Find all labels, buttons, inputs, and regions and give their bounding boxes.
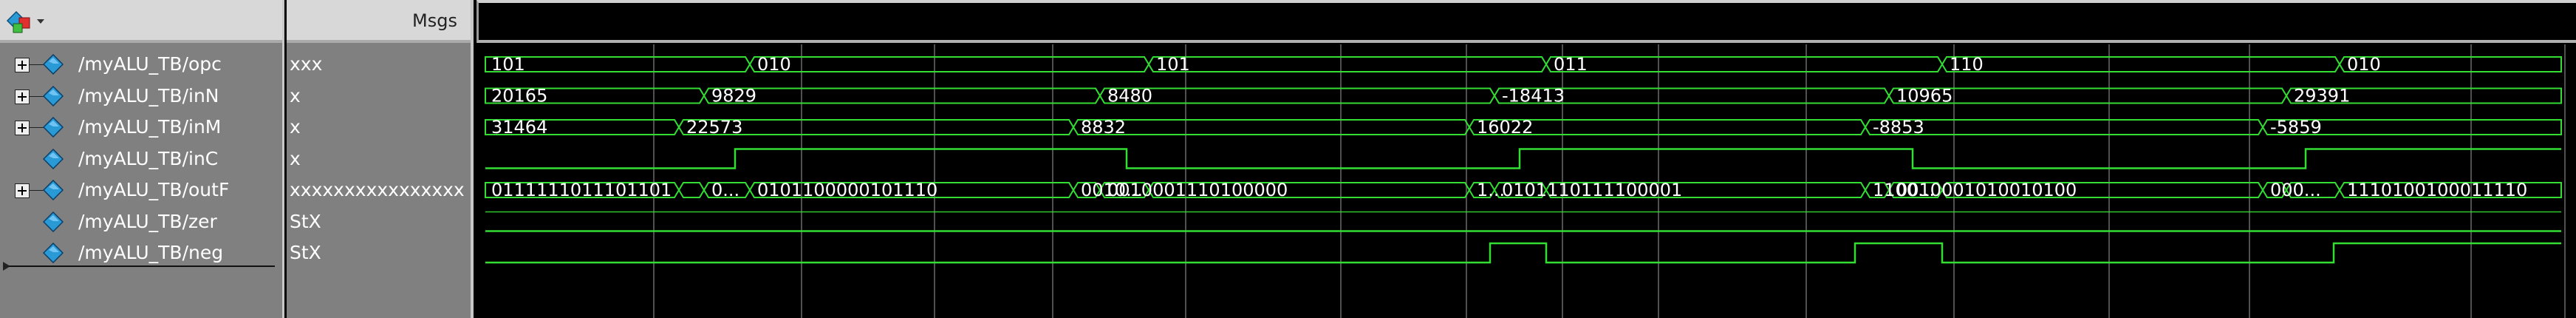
bus-value-label: 22573: [686, 117, 742, 138]
bus-value-label: 0010001010010100: [1896, 180, 2077, 200]
bus-value-label: 20165: [491, 86, 547, 106]
signal-icon: [43, 54, 64, 75]
bus-value-label: 0101100000101110: [757, 180, 937, 200]
signal-name: /myALU_TB/inN: [78, 84, 219, 106]
signal-value: x: [290, 84, 301, 106]
expand-icon[interactable]: [15, 183, 30, 198]
bus-segment: [748, 56, 1150, 72]
signal-row[interactable]: /myALU_TB/inN: [0, 81, 282, 112]
cursor-line: [9, 265, 275, 267]
expand-icon[interactable]: [15, 121, 30, 135]
signal-name: /myALU_TB/neg: [78, 242, 224, 263]
bus-value-label: 010: [2347, 54, 2381, 75]
bus-value-label: 101: [491, 54, 525, 75]
bus-segment: [677, 182, 706, 198]
bus-value-label: 0010001110100000: [1107, 180, 1288, 200]
signal-value-row: StX: [287, 206, 471, 237]
bus-value-label: 31464: [491, 117, 547, 138]
bus-value-label: 101: [1156, 54, 1190, 75]
signal-value-row: x: [287, 81, 471, 112]
expand-icon[interactable]: [15, 58, 30, 72]
bus-value-label: 0...: [711, 180, 739, 200]
signal-value-row: xxx: [287, 49, 471, 80]
bus-segment: [1072, 119, 1471, 135]
signal-row[interactable]: /myALU_TB/neg: [0, 237, 282, 268]
signal-value-row: x: [287, 143, 471, 175]
expand-icon[interactable]: [15, 89, 30, 104]
signal-name: /myALU_TB/zer: [78, 210, 217, 232]
signal-value: xxxxxxxxxxxxxxxx: [290, 179, 465, 200]
bus-value-label: 29391: [2294, 86, 2350, 106]
signal-value: x: [290, 116, 301, 138]
bus-value-label: 1...: [1477, 180, 1505, 200]
bus-value-label: 16022: [1477, 117, 1533, 138]
signal-icon: [43, 180, 64, 200]
signal-icon: [43, 85, 64, 106]
bus-value-label: -8853: [1873, 117, 1924, 138]
msgs-label: Msgs: [412, 10, 457, 31]
bus-segment: [703, 87, 1101, 104]
bus-value-label: 010: [757, 54, 791, 75]
bus-value-label: 011: [1554, 54, 1588, 75]
bus-value-label: 1110100100011110: [2347, 180, 2527, 200]
signal-value-row: x: [287, 112, 471, 143]
bus-value-label: 0111111011101101: [491, 180, 672, 200]
signal-value: StX: [290, 242, 321, 263]
signal-row[interactable]: /myALU_TB/zer: [0, 206, 282, 237]
bus-segment: [1545, 56, 1944, 72]
signal-icon: [43, 243, 64, 263]
signal-value-row: xxxxxxxxxxxxxxxx: [287, 175, 471, 206]
bus-value-label: -18413: [1502, 86, 1565, 106]
waveform-pane[interactable]: 101 010 101 011 110 010 20165 9829 8480 -18413 109…: [476, 0, 2576, 318]
signal-row[interactable]: /myALU_TB/inC: [0, 143, 282, 175]
bus-segment: [1864, 119, 2264, 135]
bus-segment: [1941, 56, 2341, 72]
bus-segment: [1099, 87, 1496, 104]
signal-row[interactable]: /myALU_TB/opc: [0, 49, 282, 80]
bus-value-label: -5859: [2270, 117, 2322, 138]
bus-value-label: 8832: [1081, 117, 1126, 138]
wave-window-logo-icon[interactable]: [6, 9, 50, 35]
signal-values-pane: Msgs xxx x x x xxxxxxxxxxxxxxxx StX StX: [287, 0, 474, 318]
bus-value-label: 000...: [2270, 180, 2321, 200]
signal-row[interactable]: /myALU_TB/inM: [0, 112, 282, 143]
signal-name: /myALU_TB/inM: [78, 116, 222, 138]
bus-value-label: 8480: [1107, 86, 1152, 106]
signal-icon: [43, 211, 64, 232]
values-header: Msgs: [287, 0, 471, 43]
bus-value-label: 10965: [1896, 86, 1953, 106]
signal-names-pane: /myALU_TB/opc/myALU_TB/inN/myALU_TB/inM /…: [0, 0, 284, 318]
signal-name: /myALU_TB/opc: [78, 53, 222, 75]
signal-value: xxx: [290, 53, 323, 75]
bus-value-label: 9829: [711, 86, 756, 106]
signal-icon: [43, 148, 64, 169]
signal-value-row: StX: [287, 237, 471, 268]
waveform-canvas[interactable]: 101 010 101 011 110 010 20165 9829 8480 -18413 109…: [476, 0, 2576, 318]
signal-name: /myALU_TB/outF: [78, 179, 230, 200]
signal-value: x: [290, 147, 301, 169]
signal-icon: [43, 117, 64, 138]
bus-value-label: 110: [1950, 54, 1984, 75]
bus-segment: [1147, 56, 1548, 72]
signal-row[interactable]: /myALU_TB/outF: [0, 175, 282, 206]
bus-value-label: 0101110111100001: [1502, 180, 1682, 200]
signal-value: StX: [290, 210, 321, 232]
names-header: [0, 0, 282, 43]
signal-name: /myALU_TB/inC: [78, 147, 219, 169]
